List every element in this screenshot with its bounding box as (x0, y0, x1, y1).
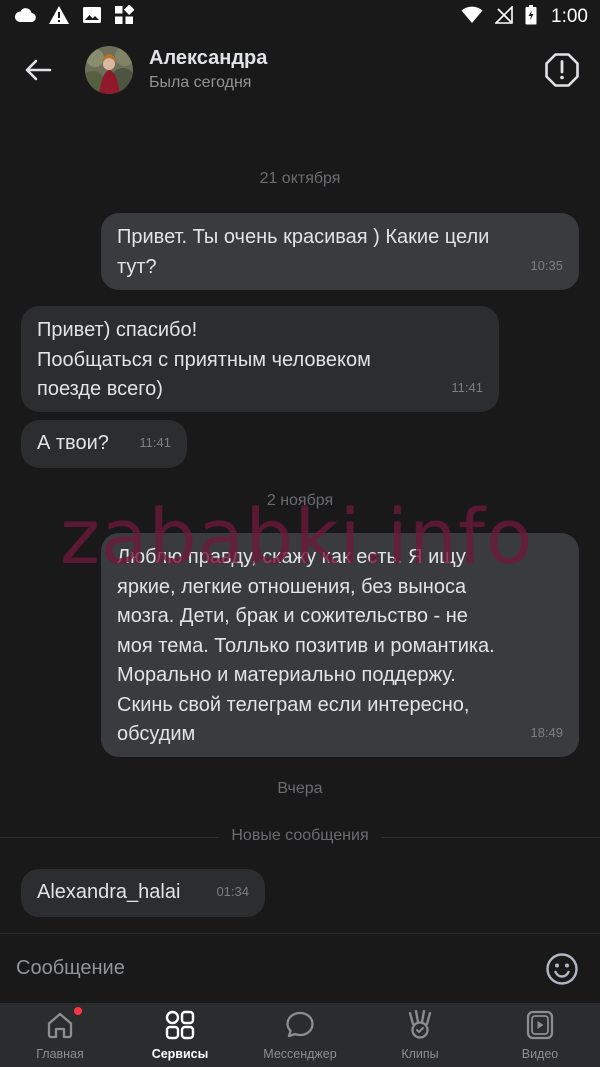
bottom-tab-bar: Главная Сервисы Мессенджер Клипы Видео (0, 1003, 600, 1067)
arrow-left-icon (25, 59, 52, 81)
messenger-icon (286, 1011, 314, 1038)
message-text: Люблю правду, скажу как есть. Я ищу ярки… (117, 546, 495, 745)
message-bubble-outgoing[interactable]: Люблю правду, скажу как есть. Я ищу ярки… (101, 533, 579, 757)
apps-icon (114, 3, 135, 30)
wifi-icon (461, 6, 483, 29)
smile-icon (546, 952, 578, 985)
tab-label: Сервисы (151, 1047, 209, 1061)
cloud-icon (14, 7, 36, 28)
message-input[interactable] (16, 943, 542, 994)
back-button[interactable] (13, 45, 63, 95)
message-list[interactable]: 21 октября Привет. Ты очень красивая ) К… (0, 106, 600, 932)
tab-label: Видео (521, 1047, 559, 1061)
tab-label: Клипы (401, 1047, 439, 1061)
status-time: 1:00 (551, 6, 588, 27)
avatar[interactable] (85, 46, 133, 94)
tab-messenger[interactable]: Мессенджер (240, 1003, 360, 1067)
date-separator: 21 октября (259, 170, 341, 187)
tab-video[interactable]: Видео (480, 1003, 600, 1067)
message-time: 11:41 (139, 434, 171, 450)
notification-badge (74, 1007, 82, 1015)
tab-home[interactable]: Главная (0, 1003, 120, 1067)
image-icon (82, 6, 102, 29)
services-icon (165, 1010, 195, 1040)
tab-clips[interactable]: Клипы (360, 1003, 480, 1067)
chat-header: Александра Была сегодня (0, 34, 600, 106)
last-seen-status: Была сегодня (149, 74, 252, 91)
clips-icon (408, 1009, 432, 1039)
warning-icon (48, 5, 70, 30)
contact-name[interactable]: Александра (149, 46, 267, 70)
status-bar: 1:00 (0, 0, 600, 34)
message-bubble-incoming[interactable]: Привет) спасибо! Пообщаться с приятным ч… (21, 306, 499, 412)
message-text: Привет. Ты очень красивая ) Какие цели т… (117, 226, 490, 278)
message-time: 10:35 (530, 257, 563, 273)
new-messages-label: Новые сообщения (0, 827, 600, 845)
message-time: 01:34 (216, 883, 249, 899)
message-text: Привет) спасибо! Пообщаться с приятным ч… (37, 319, 371, 400)
battery-icon (525, 4, 537, 30)
message-time: 11:41 (451, 379, 483, 395)
emoji-button[interactable] (542, 949, 582, 989)
report-button[interactable] (542, 50, 582, 90)
message-bubble-incoming[interactable]: Alexandra_halai 01:34 (21, 869, 265, 917)
message-bubble-outgoing[interactable]: Привет. Ты очень красивая ) Какие цели т… (101, 213, 579, 290)
no-signal-icon (494, 4, 513, 29)
home-icon (47, 1012, 73, 1039)
alert-octagon-icon (545, 53, 579, 87)
message-composer (0, 933, 600, 1067)
message-bubble-incoming[interactable]: А твои? 11:41 (21, 420, 187, 468)
date-separator: 2 ноября (266, 492, 334, 509)
message-time: 18:49 (530, 724, 563, 740)
tab-label: Главная (36, 1047, 84, 1061)
tab-services[interactable]: Сервисы (120, 1003, 240, 1067)
tab-label: Мессенджер (263, 1047, 337, 1061)
date-separator: Вчера (277, 780, 323, 797)
video-icon (526, 1010, 554, 1040)
